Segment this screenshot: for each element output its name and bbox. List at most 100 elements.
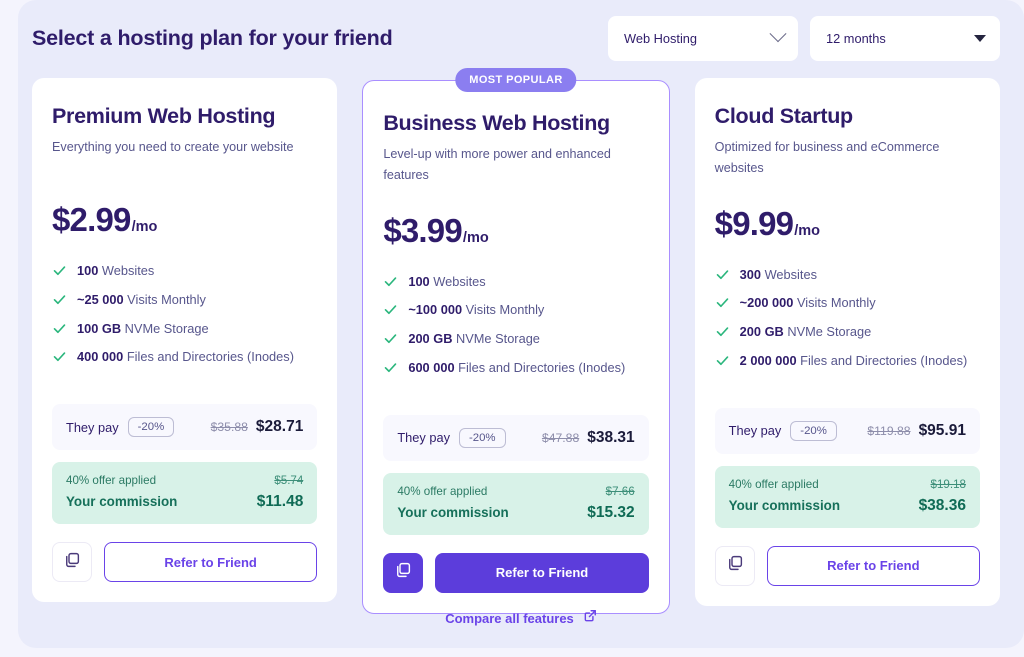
feature-item: 200 GB NVMe Storage	[383, 329, 648, 349]
caret-down-icon	[974, 34, 986, 42]
feature-label: Websites	[98, 263, 155, 278]
copy-link-button[interactable]	[714, 545, 755, 586]
plan-description: Level-up with more power and enhanced fe…	[383, 147, 611, 182]
feature-list: 300 Websites ~200 000 Visits Monthly 200 G…	[715, 265, 980, 380]
price-amount: $2.99	[52, 201, 131, 238]
feature-value: 100	[77, 263, 99, 278]
feature-item: ~100 000 Visits Monthly	[383, 300, 648, 320]
price-amount: $3.99	[383, 211, 462, 249]
most-popular-badge: MOST POPULAR	[455, 68, 577, 92]
plan-price: $2.99/mo	[52, 201, 317, 239]
feature-text: ~200 000 Visits Monthly	[740, 293, 876, 313]
feature-value: 400 000	[77, 349, 124, 365]
feature-text: 200 GB NVMe Storage	[740, 322, 872, 342]
panel-footer: Compare all features	[18, 609, 1024, 628]
offer-applied-label: 40% offer applied	[66, 474, 157, 488]
period-select[interactable]: 12 months	[810, 15, 1000, 61]
discount-badge: -20%	[458, 427, 506, 448]
discount-badge: -20%	[790, 420, 837, 441]
refer-to-friend-button[interactable]: Refer to Friend	[104, 542, 318, 583]
commission-label: Your commission	[397, 504, 509, 520]
offer-applied-label: 40% offer applied	[397, 484, 488, 498]
commission-offer-row: 40% offer applied $7.66	[397, 485, 634, 498]
feature-label: Websites	[429, 273, 486, 289]
feature-value: 300	[739, 266, 762, 282]
they-pay-old-price: $47.88	[541, 430, 580, 445]
feature-item: ~200 000 Visits Monthly	[715, 293, 980, 313]
compare-all-features-link[interactable]: Compare all features	[445, 611, 574, 626]
feature-value: ~200 000	[739, 295, 794, 311]
feature-value: 200 GB	[739, 324, 784, 340]
commission-box: 40% offer applied $5.74 Your commission $11…	[52, 462, 318, 525]
feature-item: ~25 000 Visits Monthly	[52, 290, 317, 310]
they-pay-row: They pay -20% $119.88 $95.91	[714, 407, 980, 454]
feature-text: ~25 000 Visits Monthly	[77, 290, 206, 310]
feature-value: 100	[408, 273, 430, 289]
they-pay-new-price: $95.91	[918, 421, 966, 439]
copy-icon	[726, 554, 744, 577]
feature-label: Visits Monthly	[793, 295, 876, 311]
they-pay-label: They pay	[66, 419, 119, 435]
plan-price: $3.99/mo	[383, 212, 648, 250]
plan-card: MOST POPULAR Business Web Hosting Level-up…	[362, 68, 670, 614]
feature-list: 100 Websites ~25 000 Visits Monthly 100 GB…	[52, 261, 317, 376]
copy-link-button[interactable]	[52, 542, 92, 583]
price-amount: $9.99	[714, 204, 794, 242]
refer-to-friend-button[interactable]: Refer to Friend	[766, 545, 980, 586]
feature-label: Files and Directories (Inodes)	[454, 360, 626, 376]
card-actions: Refer to Friend	[52, 542, 318, 583]
copy-link-button[interactable]	[383, 552, 424, 593]
they-pay-old-price: $119.88	[867, 423, 911, 438]
feature-value: ~100 000	[408, 302, 463, 318]
feature-text: 200 GB NVMe Storage	[408, 329, 540, 349]
plan-price: $9.99/mo	[715, 205, 980, 243]
card-actions: Refer to Friend	[383, 552, 649, 593]
feature-item: 400 000 Files and Directories (Inodes)	[52, 347, 317, 367]
refer-to-friend-button[interactable]: Refer to Friend	[435, 552, 649, 593]
plan-card: Premium Web Hosting Everything you need t…	[32, 78, 338, 603]
plan-cards: Premium Web Hosting Everything you need t…	[32, 68, 1000, 614]
filters: Web Hosting 12 months	[608, 15, 1000, 61]
product-select[interactable]: Web Hosting	[608, 15, 798, 61]
commission-old-value: $7.66	[605, 484, 635, 498]
commission-value-row: Your commission $38.36	[729, 497, 966, 515]
plan-description: Everything you need to create your websi…	[52, 140, 294, 154]
period-select-value: 12 months	[826, 30, 886, 46]
copy-icon	[394, 561, 412, 584]
commission-old-value: $19.18	[930, 477, 966, 491]
they-pay-row: They pay -20% $35.88 $28.71	[52, 404, 318, 451]
feature-value: 200 GB	[408, 331, 453, 347]
feature-label: Files and Directories (Inodes)	[796, 353, 968, 369]
pricing-panel: Select a hosting plan for your friend We…	[18, 0, 1024, 648]
plan-description: Optimized for business and eCommerce web…	[714, 140, 940, 175]
feature-item: 200 GB NVMe Storage	[715, 322, 980, 342]
they-pay-prices: $35.88 $28.71	[211, 418, 304, 436]
discount-badge: -20%	[127, 417, 175, 438]
feature-item: 100 Websites	[52, 261, 317, 281]
feature-text: 100 GB NVMe Storage	[77, 319, 209, 339]
commission-offer-row: 40% offer applied $5.74	[66, 474, 303, 487]
feature-text: 300 Websites	[740, 265, 817, 285]
commission-box: 40% offer applied $19.18 Your commission $3…	[714, 465, 980, 528]
feature-value: ~25 000	[77, 291, 124, 307]
panel-header: Select a hosting plan for your friend We…	[32, 14, 1000, 62]
commission-box: 40% offer applied $7.66 Your commission $15…	[383, 472, 649, 535]
plan-name: Premium Web Hosting	[52, 104, 276, 128]
they-pay-prices: $47.88 $38.31	[542, 429, 635, 447]
feature-label: Visits Monthly	[123, 291, 206, 307]
commission-value: $11.48	[256, 493, 304, 511]
commission-value-row: Your commission $15.32	[397, 504, 634, 522]
feature-value: 100 GB	[77, 320, 122, 336]
commission-offer-row: 40% offer applied $19.18	[729, 478, 966, 491]
they-pay-new-price: $38.31	[587, 428, 635, 446]
copy-icon	[63, 551, 81, 574]
they-pay-label: They pay	[397, 430, 450, 446]
price-period: /mo	[794, 222, 821, 239]
product-select-value: Web Hosting	[624, 30, 698, 46]
feature-text: 400 000 Files and Directories (Inodes)	[77, 347, 294, 367]
they-pay-label: They pay	[728, 423, 782, 439]
commission-value: $38.36	[918, 496, 966, 514]
feature-label: NVMe Storage	[783, 324, 872, 340]
